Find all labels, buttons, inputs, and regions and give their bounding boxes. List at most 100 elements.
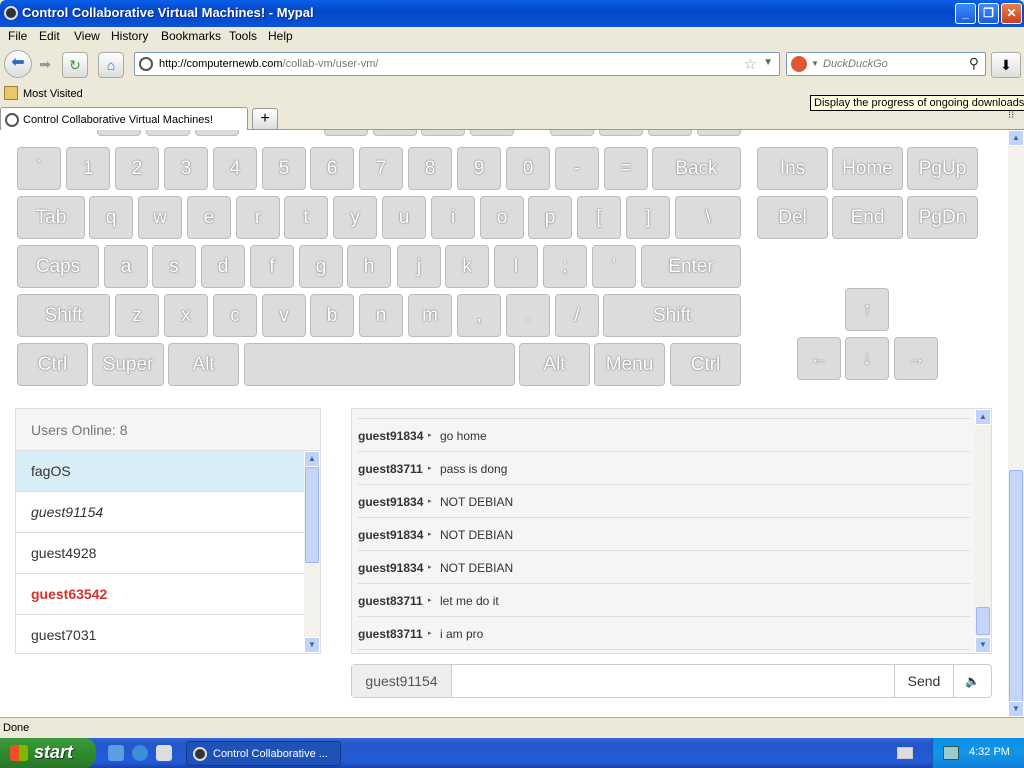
url-bar[interactable]: http://computernewb.com/collab-vm/user-v…	[134, 52, 780, 76]
keyboard-key[interactable]: 4	[213, 147, 257, 190]
keyboard-key-clipped[interactable]	[195, 130, 239, 136]
keyboard-key[interactable]: `	[17, 147, 61, 190]
keyboard-key[interactable]: l	[494, 245, 538, 288]
scroll-up-icon[interactable]: ▲	[975, 409, 991, 425]
engine-dropdown-icon[interactable]: ▼	[811, 59, 819, 68]
keyboard-key[interactable]: Menu	[594, 343, 665, 386]
keyboard-key[interactable]: Enter	[641, 245, 741, 288]
menu-history[interactable]: History	[111, 29, 148, 43]
keyboard-key[interactable]: u	[382, 196, 426, 239]
keyboard-key[interactable]: PgUp	[907, 147, 978, 190]
keyboard-key-clipped[interactable]	[697, 130, 741, 136]
home-button[interactable]: ⌂	[98, 52, 124, 78]
keyboard-key[interactable]: -	[555, 147, 599, 190]
keyboard-key[interactable]: b	[310, 294, 354, 337]
scroll-down-icon[interactable]: ▼	[975, 637, 991, 653]
url-dropdown-icon[interactable]: ▼	[763, 57, 773, 68]
keyboard-key[interactable]: 6	[310, 147, 354, 190]
chat-username[interactable]: guest91834	[358, 429, 423, 443]
keyboard-key-clipped[interactable]	[421, 130, 465, 136]
keyboard-key[interactable]: w	[138, 196, 182, 239]
user-item[interactable]: guest7031	[16, 615, 304, 656]
scroll-thumb[interactable]	[1009, 470, 1023, 702]
scroll-down-icon[interactable]: ▼	[1008, 701, 1024, 717]
quicklaunch-explorer-icon[interactable]	[108, 745, 124, 761]
keyboard-key-clipped[interactable]	[599, 130, 643, 136]
keyboard-key[interactable]: ;	[543, 245, 587, 288]
menu-view[interactable]: View	[74, 29, 100, 43]
arrow-down-key[interactable]: ↓	[845, 337, 889, 380]
keyboard-key[interactable]: Alt	[519, 343, 590, 386]
keyboard-key[interactable]: i	[431, 196, 475, 239]
keyboard-key[interactable]: m	[408, 294, 452, 337]
scroll-up-icon[interactable]: ▲	[304, 451, 320, 467]
keyboard-tray-icon[interactable]	[897, 747, 913, 759]
most-visited-link[interactable]: Most Visited	[23, 88, 83, 100]
keyboard-key[interactable]: r	[236, 196, 280, 239]
close-button[interactable]: ✕	[1001, 3, 1022, 24]
menu-edit[interactable]: Edit	[39, 29, 60, 43]
keyboard-key[interactable]: f	[250, 245, 294, 288]
menu-tools[interactable]: Tools	[229, 29, 257, 43]
keyboard-key[interactable]: Super	[92, 343, 164, 386]
quicklaunch-ie-icon[interactable]	[132, 745, 148, 761]
users-scrollbar[interactable]: ▲ ▼	[304, 451, 320, 653]
keyboard-key[interactable]: Caps	[17, 245, 99, 288]
menu-bookmarks[interactable]: Bookmarks	[161, 29, 221, 43]
chat-username[interactable]: guest91834	[358, 528, 423, 542]
keyboard-key[interactable]: a	[104, 245, 148, 288]
scroll-down-icon[interactable]: ▼	[304, 637, 320, 653]
keyboard-key[interactable]: 3	[164, 147, 208, 190]
keyboard-key-clipped[interactable]	[470, 130, 514, 136]
new-tab-button[interactable]: +	[252, 108, 278, 130]
keyboard-key[interactable]: 8	[408, 147, 452, 190]
chat-username[interactable]: guest91834	[358, 495, 423, 509]
chat-username[interactable]: guest91834	[358, 561, 423, 575]
minimize-button[interactable]: _	[955, 3, 976, 24]
reload-button[interactable]: ↻	[62, 52, 88, 78]
chat-message-input[interactable]	[453, 666, 893, 696]
keyboard-key[interactable]: d	[201, 245, 245, 288]
keyboard-key[interactable]: Ctrl	[17, 343, 88, 386]
keyboard-key[interactable]: Tab	[17, 196, 85, 239]
forward-button[interactable]: ➡	[32, 52, 58, 78]
keyboard-key[interactable]: 9	[457, 147, 501, 190]
scroll-up-icon[interactable]: ▲	[1008, 130, 1024, 146]
keyboard-key[interactable]: p	[528, 196, 572, 239]
keyboard-key[interactable]: \	[675, 196, 741, 239]
keyboard-key[interactable]: v	[262, 294, 306, 337]
keyboard-key[interactable]: Shift	[17, 294, 110, 337]
speaker-icon[interactable]: 🔈	[953, 665, 991, 697]
keyboard-key-clipped[interactable]	[550, 130, 594, 136]
user-item[interactable]: guest63542	[16, 574, 304, 615]
search-box[interactable]: ▼ DuckDuckGo ⚲	[786, 52, 986, 76]
scroll-thumb[interactable]	[305, 467, 319, 563]
page-scrollbar[interactable]: ▲ ▼	[1008, 130, 1024, 717]
keyboard-key[interactable]: 2	[115, 147, 159, 190]
keyboard-key[interactable]: Ins	[757, 147, 828, 190]
keyboard-key[interactable]: /	[555, 294, 599, 337]
network-icon[interactable]	[943, 746, 959, 760]
keyboard-key[interactable]: 0	[506, 147, 550, 190]
menu-help[interactable]: Help	[268, 29, 293, 43]
keyboard-key[interactable]: Ctrl	[670, 343, 741, 386]
duckduckgo-icon[interactable]	[791, 56, 807, 72]
back-button[interactable]: ⬅	[4, 50, 32, 78]
keyboard-key-clipped[interactable]	[324, 130, 368, 136]
keyboard-key[interactable]: e	[187, 196, 231, 239]
keyboard-key[interactable]: t	[284, 196, 328, 239]
keyboard-key[interactable]: 7	[359, 147, 403, 190]
keyboard-key[interactable]: .	[506, 294, 550, 337]
send-button[interactable]: Send	[894, 665, 953, 697]
user-item[interactable]: guest91154	[16, 492, 304, 533]
keyboard-key[interactable]: Del	[757, 196, 828, 239]
keyboard-key[interactable]: Alt	[168, 343, 239, 386]
arrow-up-key[interactable]: ↑	[845, 288, 889, 331]
keyboard-key[interactable]: q	[89, 196, 133, 239]
keyboard-key[interactable]: j	[397, 245, 441, 288]
keyboard-key[interactable]: ]	[626, 196, 670, 239]
chat-username[interactable]: guest83711	[358, 462, 423, 476]
scroll-thumb[interactable]	[976, 607, 990, 635]
keyboard-key[interactable]: [	[577, 196, 621, 239]
chat-username[interactable]: guest83711	[358, 594, 423, 608]
